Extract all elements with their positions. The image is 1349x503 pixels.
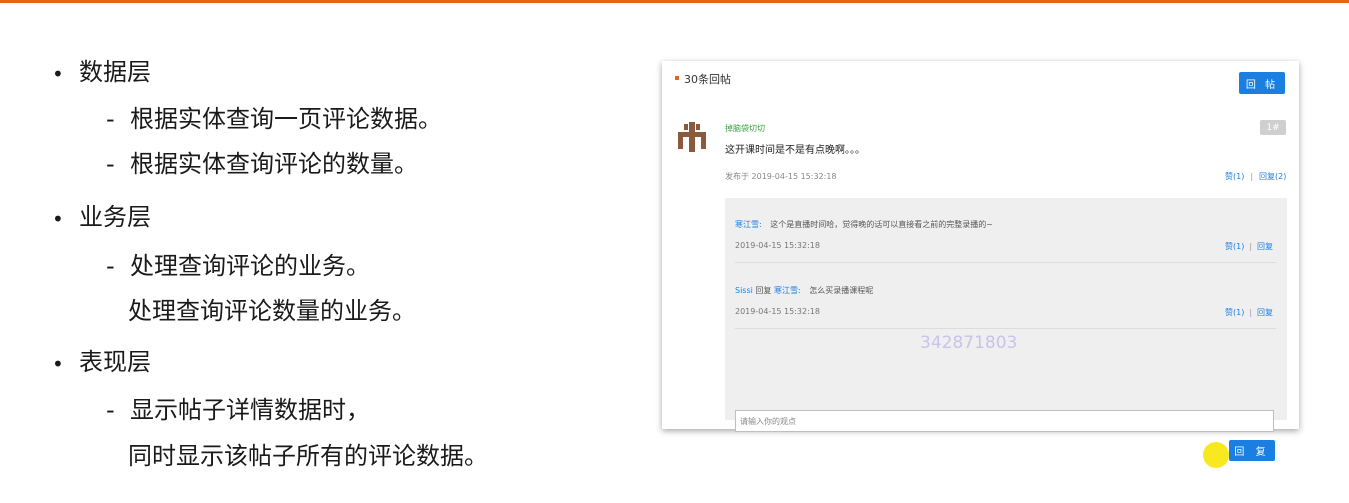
bullet-icon: • <box>52 207 64 231</box>
separator: | <box>1250 172 1254 181</box>
presentation-layer-item: 同时显示该帖子所有的评论数据。 <box>128 442 488 470</box>
avatar-icon <box>675 120 709 154</box>
data-layer-heading: 数据层 <box>79 58 151 86</box>
reply-item: 寒江雪: 这个是直播时间哈，觉得晚的话可以直接看之前的完整录播的~ <box>735 219 993 230</box>
cursor-highlight <box>1203 442 1229 468</box>
service-layer-heading: 业务层 <box>79 203 151 231</box>
reply-link[interactable]: 回复 <box>1257 242 1273 251</box>
reply-panel: 寒江雪: 这个是直播时间哈，觉得晚的话可以直接看之前的完整录播的~ 2019-0… <box>725 198 1287 461</box>
like-link[interactable]: 赞(1) <box>1225 308 1244 317</box>
data-layer-item: 根据实体查询一页评论数据。 <box>130 105 442 133</box>
avatar[interactable] <box>675 120 709 154</box>
dash-icon: - <box>106 150 115 178</box>
top-accent-rule <box>0 0 1349 3</box>
comment-section-screenshot: 30条回帖 回 帖 掉脑袋切切 1# 这开课时间是不是有点晚啊。。。 发布于 2… <box>662 61 1299 461</box>
reply-actions: 赞(1) | 回复 <box>1225 307 1273 318</box>
dash-icon: - <box>106 105 115 133</box>
bullet-icon: • <box>52 352 64 376</box>
reply-input[interactable]: 请输入你的观点 <box>735 410 1274 432</box>
submit-reply-button[interactable]: 回 复 <box>1229 440 1275 461</box>
comment-text: 这开课时间是不是有点晚啊。。。 <box>725 145 865 156</box>
separator: | <box>1249 242 1253 251</box>
reply-link[interactable]: 回复 <box>1257 308 1273 317</box>
reply-actions: 赞(1) | 回复 <box>1225 241 1273 252</box>
reply-timestamp: 2019-04-15 15:32:18 <box>735 241 820 250</box>
watermark-text: 342871803 <box>920 333 1018 353</box>
presentation-layer-heading: 表现层 <box>79 348 151 376</box>
reply-author[interactable]: Sissi <box>735 286 753 295</box>
post-reply-button[interactable]: 回 帖 <box>1239 72 1285 94</box>
data-layer-item: 根据实体查询评论的数量。 <box>130 150 418 178</box>
comment-timestamp: 发布于 2019-04-15 15:32:18 <box>725 172 837 181</box>
comment-username[interactable]: 掉脑袋切切 <box>725 123 765 134</box>
floor-badge: 1# <box>1260 120 1286 135</box>
presentation-layer-item: 显示帖子详情数据时， <box>130 396 370 424</box>
reply-text: 怎么买录播课程呢 <box>809 286 874 295</box>
dash-icon: - <box>106 396 115 424</box>
divider <box>735 262 1276 263</box>
reply-target[interactable]: 寒江雪: <box>774 286 801 295</box>
reply-link[interactable]: 回复(2) <box>1259 172 1286 181</box>
reply-author[interactable]: 寒江雪: <box>735 220 762 229</box>
bullet-icon: • <box>52 62 64 86</box>
separator: | <box>1249 308 1253 317</box>
reply-timestamp: 2019-04-15 15:32:18 <box>735 307 820 316</box>
like-link[interactable]: 赞(1) <box>1225 242 1244 251</box>
divider <box>735 328 1276 329</box>
service-layer-item: 处理查询评论数量的业务。 <box>128 297 416 325</box>
reply-to-label: 回复 <box>752 286 774 295</box>
dash-icon: - <box>106 252 115 280</box>
reply-item: Sissi 回复 寒江雪: 怎么买录播课程呢 <box>735 285 873 296</box>
header-marker <box>675 76 679 80</box>
comment-actions: 赞(1) | 回复(2) <box>1225 171 1286 182</box>
reply-count-title: 30条回帖 <box>684 73 731 86</box>
reply-text: 这个是直播时间哈，觉得晚的话可以直接看之前的完整录播的~ <box>770 220 993 229</box>
like-link[interactable]: 赞(1) <box>1225 172 1244 181</box>
service-layer-item: 处理查询评论的业务。 <box>130 252 370 280</box>
